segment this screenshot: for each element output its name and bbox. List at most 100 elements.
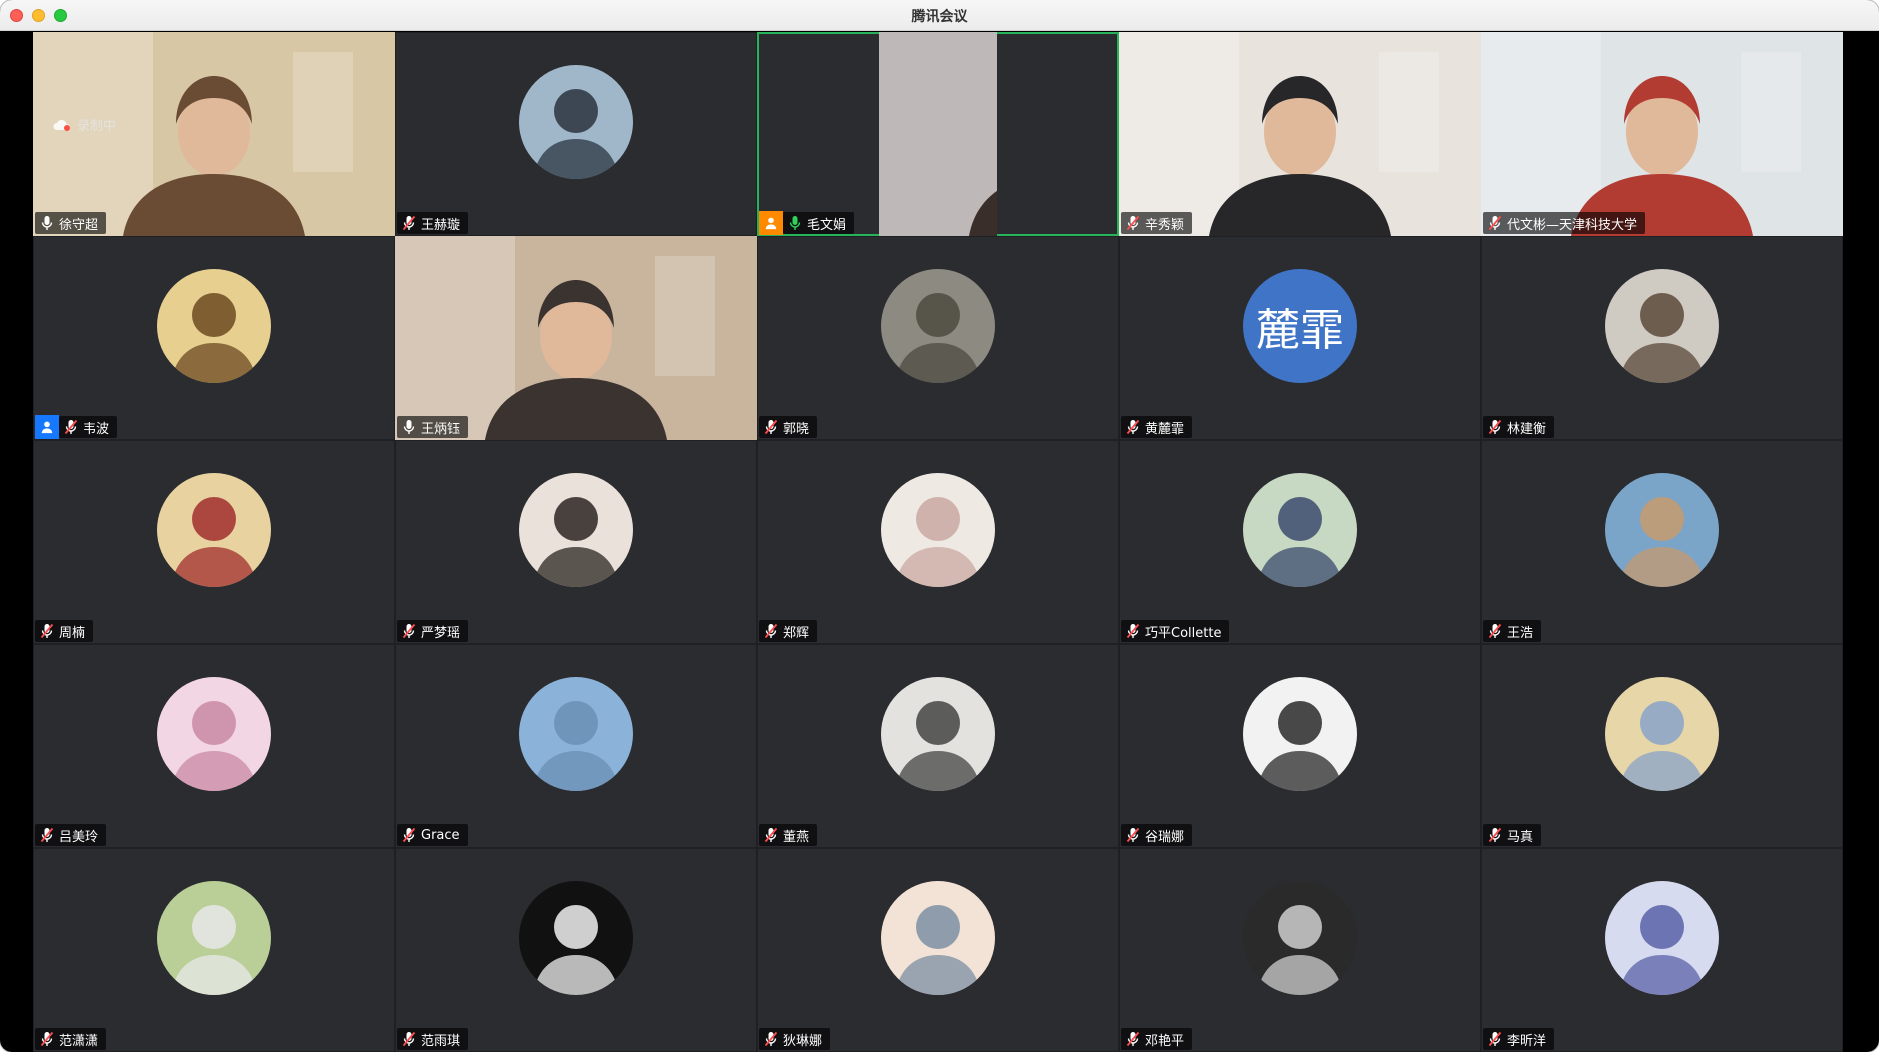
- host-badge-icon: [35, 415, 59, 439]
- participant-tile[interactable]: 王炳钰: [395, 236, 757, 440]
- participant-tile[interactable]: 范雨琪: [395, 848, 757, 1052]
- participant-name-tag: 毛文娟: [783, 212, 855, 234]
- participant-name: 黄麓霏: [1145, 421, 1185, 437]
- participant-tile[interactable]: 麓霏黄麓霏: [1119, 236, 1481, 440]
- participant-name: 严梦瑶: [421, 625, 461, 641]
- name-bar: 王赫璇: [397, 212, 469, 234]
- name-bar: 黄麓霏: [1121, 416, 1193, 438]
- name-bar: 王浩: [1483, 620, 1542, 642]
- participant-tile[interactable]: 吕美玲: [33, 644, 395, 848]
- participant-name-tag: 郭晓: [759, 416, 818, 438]
- participant-name-tag: 吕美玲: [35, 824, 107, 846]
- participant-tile[interactable]: 韦波: [33, 236, 395, 440]
- name-bar: 谷瑞娜: [1121, 824, 1193, 846]
- participant-tile[interactable]: 范潇潇: [33, 848, 395, 1052]
- participant-tile[interactable]: 郑辉: [757, 440, 1119, 644]
- participant-tile[interactable]: 狄琳娜: [757, 848, 1119, 1052]
- black-white-portrait-photo: [1243, 881, 1357, 995]
- mic-muted-icon: [1126, 1031, 1140, 1047]
- participant-name: 谷瑞娜: [1145, 829, 1185, 845]
- name-bar: 范雨琪: [397, 1028, 469, 1050]
- participant-name-tag: 李昕洋: [1483, 1028, 1555, 1050]
- participant-name-tag: Grace: [397, 824, 468, 846]
- title-bar[interactable]: 腾讯会议: [0, 0, 1879, 31]
- name-bar: 范潇潇: [35, 1028, 107, 1050]
- participant-name: 董燕: [783, 829, 810, 845]
- name-bar: 代文彬—天津科技大学: [1483, 212, 1646, 234]
- name-bar: 狄琳娜: [759, 1028, 831, 1050]
- participant-tile[interactable]: 邓艳平: [1119, 848, 1481, 1052]
- participant-name: 狄琳娜: [783, 1033, 823, 1049]
- participant-name-tag: 辛秀颖: [1121, 212, 1193, 234]
- mic-muted-icon: [40, 623, 54, 639]
- participant-name: 徐守超: [59, 217, 99, 233]
- participant-tile[interactable]: 严梦瑶: [395, 440, 757, 644]
- participant-name-tag: 代文彬—天津科技大学: [1483, 212, 1646, 234]
- mic-muted-icon: [402, 623, 416, 639]
- participant-tile[interactable]: 董燕: [757, 644, 1119, 848]
- participant-name-tag: 狄琳娜: [759, 1028, 831, 1050]
- participant-name-tag: 董燕: [759, 824, 818, 846]
- participant-tile[interactable]: 毛文娟: [757, 32, 1119, 236]
- participant-tile[interactable]: 李昕洋: [1481, 848, 1843, 1052]
- name-bar: 王炳钰: [397, 416, 469, 438]
- participant-name: 郑辉: [783, 625, 810, 641]
- participant-tile[interactable]: 辛秀颖: [1119, 32, 1481, 236]
- mic-muted-icon: [1488, 1031, 1502, 1047]
- participant-name: Grace: [421, 827, 460, 843]
- video-feed: [1481, 32, 1843, 236]
- mic-muted-icon: [1488, 623, 1502, 639]
- participant-name-tag: 王浩: [1483, 620, 1542, 642]
- mic-muted-icon: [764, 827, 778, 843]
- mic-icon: [788, 215, 802, 231]
- participant-tile[interactable]: 周楠: [33, 440, 395, 644]
- people-sitting-photo: [881, 269, 995, 383]
- participant-grid: 录制中 徐守超 王赫璇 毛文娟 辛秀颖 代文彬—天津科技大学 韦波 王炳钰 郭晓 麓霏 黄麓霏 林建衡…: [33, 32, 1843, 1052]
- participant-tile[interactable]: Grace: [395, 644, 757, 848]
- participant-name-tag: 王炳钰: [397, 416, 469, 438]
- participant-tile[interactable]: 郭晓: [757, 236, 1119, 440]
- participant-tile[interactable]: 王赫璇: [395, 32, 757, 236]
- young-man-peace-sign-photo: [519, 881, 633, 995]
- participant-name: 邓艳平: [1145, 1033, 1185, 1049]
- participant-name: 王浩: [1507, 625, 1534, 641]
- child-reading-photo: [157, 269, 271, 383]
- participant-name-tag: 谷瑞娜: [1121, 824, 1193, 846]
- mic-icon: [40, 215, 54, 231]
- participant-name-tag: 马真: [1483, 824, 1542, 846]
- name-bar: 郑辉: [759, 620, 818, 642]
- participant-tile[interactable]: 谷瑞娜: [1119, 644, 1481, 848]
- participant-name: 王炳钰: [421, 421, 461, 437]
- mic-muted-icon: [1126, 827, 1140, 843]
- participant-tile[interactable]: 马真: [1481, 644, 1843, 848]
- participant-tile[interactable]: 录制中徐守超: [33, 32, 395, 236]
- anime-boy-photo: [881, 677, 995, 791]
- woman-with-flowers-photo: [1243, 473, 1357, 587]
- participant-name-tag: 周楠: [35, 620, 94, 642]
- mic-muted-icon: [1126, 419, 1140, 435]
- closed-eye-art-photo: [1605, 881, 1719, 995]
- participant-tile[interactable]: 代文彬—天津科技大学: [1481, 32, 1843, 236]
- participant-name: 辛秀颖: [1145, 217, 1185, 233]
- participant-name-tag: 范潇潇: [35, 1028, 107, 1050]
- video-feed: [879, 32, 997, 236]
- recording-indicator: 录制中: [53, 115, 116, 134]
- meeting-window: 腾讯会议 录制中 徐守超 王赫璇 毛文娟 辛秀颖 代文彬—天津科技大学 韦波 王炳钰 郭晓 麓霏黄…: [0, 0, 1879, 1052]
- name-bar: 辛秀颖: [1121, 212, 1193, 234]
- name-bar: 董燕: [759, 824, 818, 846]
- name-bar: 巧平Collette: [1121, 620, 1230, 642]
- participant-tile[interactable]: 王浩: [1481, 440, 1843, 644]
- participant-name: 林建衡: [1507, 421, 1547, 437]
- beach-photo: [1605, 473, 1719, 587]
- recording-label: 录制中: [77, 119, 117, 134]
- mic-muted-icon: [1488, 419, 1502, 435]
- participant-tile[interactable]: 林建衡: [1481, 236, 1843, 440]
- participant-name: 马真: [1507, 829, 1534, 845]
- participant-name-tag: 黄麓霏: [1121, 416, 1193, 438]
- mic-muted-icon: [764, 1031, 778, 1047]
- participant-name-tag: 王赫璇: [397, 212, 469, 234]
- participant-tile[interactable]: 巧平Collette: [1119, 440, 1481, 644]
- mic-muted-icon: [64, 419, 78, 435]
- mic-muted-icon: [40, 1031, 54, 1047]
- avatar-text: 麓霏: [1243, 269, 1357, 383]
